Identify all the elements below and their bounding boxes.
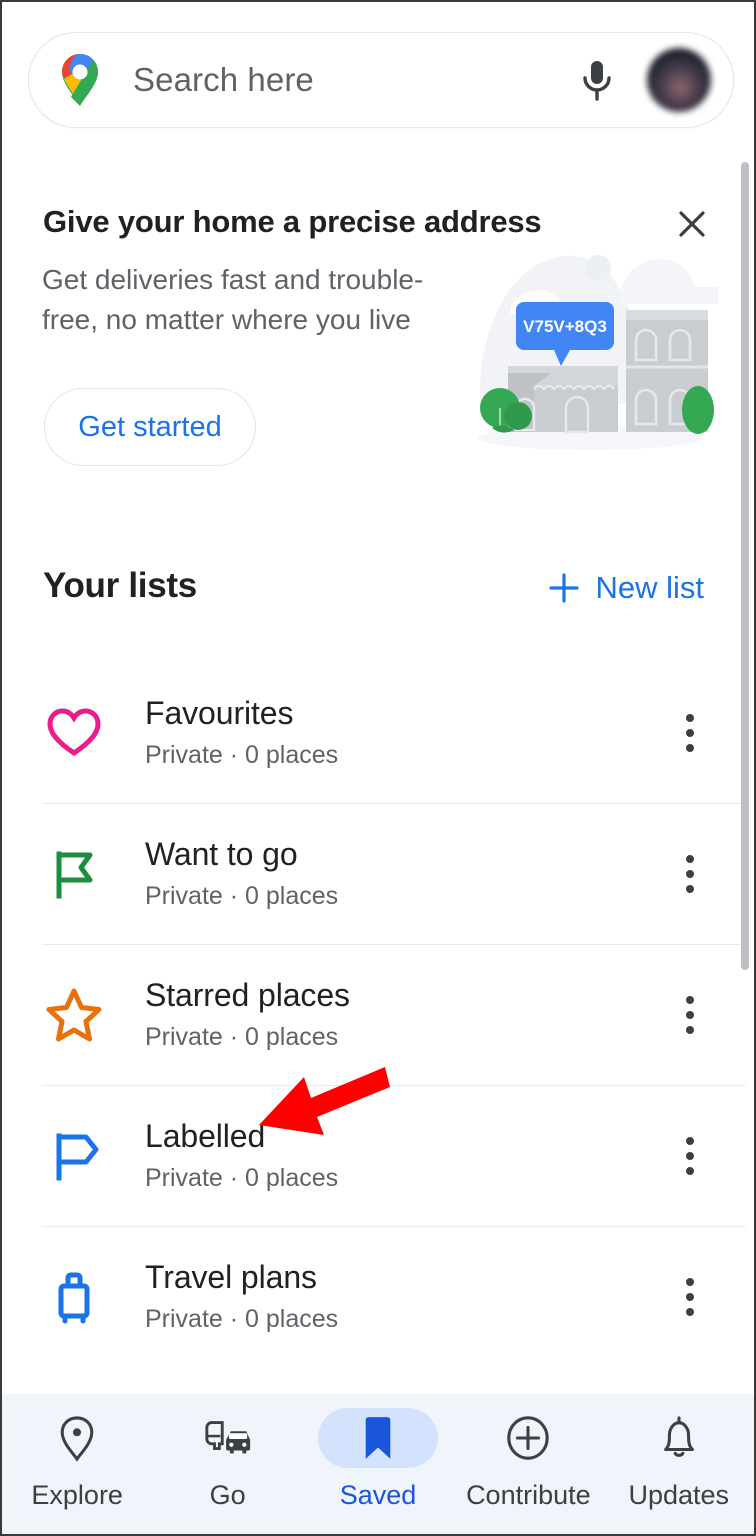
search-input-placeholder[interactable]: Search here bbox=[133, 61, 577, 99]
list-item-title: Travel plans bbox=[145, 1258, 317, 1295]
list-item[interactable]: Want to go Private · 0 places bbox=[2, 803, 746, 944]
nav-item-saved[interactable]: Saved bbox=[304, 1408, 452, 1511]
promo-description: Get deliveries fast and trouble-free, no… bbox=[42, 264, 424, 335]
list-item[interactable]: Labelled Private · 0 places bbox=[2, 1085, 746, 1226]
more-vertical-icon[interactable] bbox=[668, 987, 712, 1043]
list-item-text: Labelled Private · 0 places bbox=[145, 1118, 668, 1194]
list-item-meta: Private · 0 places bbox=[145, 741, 339, 770]
get-started-label: Get started bbox=[78, 410, 222, 443]
location-pin-icon bbox=[17, 1408, 137, 1468]
label-flag-icon bbox=[42, 1124, 106, 1188]
nav-label-saved: Saved bbox=[339, 1480, 417, 1510]
commute-icon bbox=[168, 1408, 288, 1468]
list-item-title: Want to go bbox=[145, 835, 298, 872]
vertical-scrollbar[interactable] bbox=[741, 162, 749, 970]
list-item-text: Favourites Private · 0 places bbox=[145, 695, 668, 771]
heart-icon bbox=[42, 701, 106, 765]
new-list-label: New list bbox=[595, 570, 704, 605]
your-lists-header: Your lists New list bbox=[2, 560, 746, 638]
more-vertical-icon[interactable] bbox=[668, 1128, 712, 1184]
more-vertical-icon[interactable] bbox=[668, 1269, 712, 1325]
google-maps-pin-icon bbox=[57, 53, 103, 107]
nav-item-go[interactable]: Go bbox=[154, 1408, 302, 1511]
search-bar[interactable]: Search here bbox=[28, 32, 734, 128]
list-item-meta: Private · 0 places bbox=[145, 1305, 339, 1334]
close-icon[interactable] bbox=[668, 200, 716, 248]
list-item-meta: Private · 0 places bbox=[145, 1164, 339, 1193]
list-item-title: Favourites bbox=[145, 694, 294, 731]
promo-title: Give your home a precise address bbox=[43, 204, 542, 239]
list-item-meta: Private · 0 places bbox=[145, 1023, 339, 1052]
flag-icon bbox=[42, 842, 106, 906]
nav-item-updates[interactable]: Updates bbox=[605, 1408, 753, 1511]
nav-item-contribute[interactable]: Contribute bbox=[454, 1408, 602, 1511]
saved-lists: Favourites Private · 0 places Want to go… bbox=[2, 662, 746, 1367]
list-item[interactable]: Favourites Private · 0 places bbox=[2, 662, 746, 803]
bell-icon bbox=[619, 1408, 739, 1468]
house-address-illustration: V75V+8Q3 bbox=[470, 242, 728, 462]
pluscode-badge-text: V75V+8Q3 bbox=[523, 317, 607, 336]
precise-address-promo-card: Give your home a precise address Get del… bbox=[2, 172, 746, 552]
list-item-text: Starred places Private · 0 places bbox=[145, 977, 668, 1053]
microphone-icon[interactable] bbox=[577, 56, 617, 104]
nav-label-go: Go bbox=[209, 1480, 246, 1510]
more-vertical-icon[interactable] bbox=[668, 705, 712, 761]
nav-item-explore[interactable]: Explore bbox=[3, 1408, 151, 1511]
nav-label-contribute: Contribute bbox=[466, 1480, 591, 1510]
list-item-meta: Private · 0 places bbox=[145, 882, 339, 911]
list-item-title: Starred places bbox=[145, 976, 350, 1013]
list-item[interactable]: Starred places Private · 0 places bbox=[2, 944, 746, 1085]
bottom-navigation-bar: Explore Go Saved Contribute Updates bbox=[2, 1394, 754, 1534]
page-title: Your lists bbox=[43, 566, 197, 605]
new-list-button[interactable]: New list bbox=[547, 570, 704, 606]
suitcase-icon bbox=[42, 1265, 106, 1329]
plus-icon bbox=[547, 571, 581, 605]
list-item-title: Labelled bbox=[145, 1117, 266, 1154]
list-item-text: Travel plans Private · 0 places bbox=[145, 1259, 668, 1335]
avatar[interactable] bbox=[647, 48, 711, 112]
star-icon bbox=[42, 983, 106, 1047]
nav-label-updates: Updates bbox=[628, 1480, 730, 1510]
nav-label-explore: Explore bbox=[31, 1480, 123, 1510]
list-item-text: Want to go Private · 0 places bbox=[145, 836, 668, 912]
more-vertical-icon[interactable] bbox=[668, 846, 712, 902]
plus-circle-icon bbox=[468, 1408, 588, 1468]
bookmark-icon bbox=[317, 1408, 438, 1468]
google-maps-saved-screen: Search here Give your home a precise add… bbox=[0, 0, 756, 1536]
get-started-button[interactable]: Get started bbox=[44, 388, 256, 466]
list-item[interactable]: Travel plans Private · 0 places bbox=[2, 1226, 746, 1367]
